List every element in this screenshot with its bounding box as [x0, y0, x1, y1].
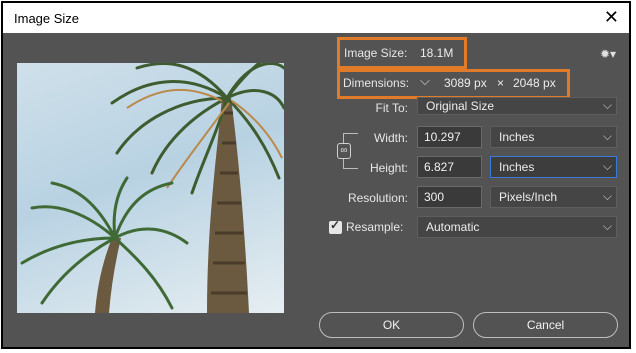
chevron-down-icon[interactable]: ⌵: [420, 73, 430, 89]
resample-checkbox[interactable]: [329, 218, 342, 234]
height-field[interactable]: 6.827: [417, 156, 482, 178]
chevron-down-icon: ⌵: [602, 129, 612, 143]
close-icon[interactable]: ✕: [604, 7, 619, 27]
width-field[interactable]: 10.297: [417, 126, 482, 148]
chevron-down-icon: ⌵: [602, 98, 612, 112]
dimensions-width: 3089 px: [444, 76, 487, 90]
resample-label: Resample:: [346, 220, 404, 234]
image-preview[interactable]: [17, 63, 284, 313]
title-bar: Image Size ✕: [3, 3, 629, 33]
resample-select[interactable]: Automatic ⌵: [417, 216, 617, 238]
palm-trees-image: [20, 63, 284, 313]
cancel-button[interactable]: Cancel: [473, 312, 618, 338]
chevron-down-icon: ⌵: [602, 189, 612, 203]
resample-value: Automatic: [426, 220, 480, 234]
resolution-field[interactable]: 300: [417, 186, 482, 208]
gear-icon[interactable]: ✹▾: [600, 47, 616, 61]
height-unit-value: Inches: [499, 160, 535, 174]
height-unit-select[interactable]: Inches ⌵: [490, 156, 617, 178]
dimensions-label: Dimensions:: [343, 76, 410, 90]
chain-link-icon[interactable]: ∞: [337, 143, 351, 159]
dimensions-times: ×: [497, 76, 505, 90]
image-size-value: 18.1M: [420, 46, 454, 60]
height-label: Height:: [369, 161, 408, 175]
width-unit-select[interactable]: Inches ⌵: [490, 126, 617, 148]
width-label: Width:: [373, 131, 408, 145]
fit-to-select[interactable]: Original Size ⌵: [417, 97, 617, 115]
ok-button[interactable]: OK: [319, 312, 464, 338]
resolution-label: Resolution:: [347, 191, 408, 205]
fit-to-label: Fit To:: [375, 101, 408, 115]
image-size-label: Image Size:: [344, 46, 408, 60]
chevron-down-icon: ⌵: [602, 219, 612, 233]
chevron-down-icon: ⌵: [602, 159, 612, 173]
fit-to-value: Original Size: [426, 99, 495, 113]
dimensions-height: 2048 px: [513, 76, 556, 90]
resolution-unit-select[interactable]: Pixels/Inch ⌵: [490, 186, 617, 208]
resolution-unit-value: Pixels/Inch: [499, 190, 558, 204]
window-title: Image Size: [14, 11, 80, 26]
width-unit-value: Inches: [499, 130, 535, 144]
